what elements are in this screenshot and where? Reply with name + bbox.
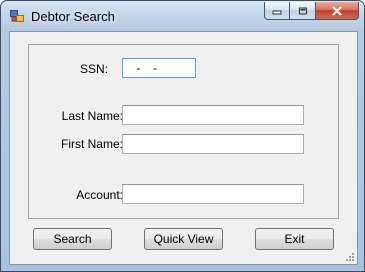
exit-button[interactable]: Exit bbox=[255, 228, 334, 250]
ssn-masked-input[interactable] bbox=[122, 58, 196, 78]
title-bar[interactable]: Debtor Search bbox=[1, 1, 364, 31]
app-icon[interactable] bbox=[10, 9, 24, 23]
minimize-icon bbox=[272, 10, 282, 14]
last-name-label: Last Name: bbox=[61, 109, 123, 123]
close-icon bbox=[332, 6, 342, 15]
account-input[interactable] bbox=[122, 184, 304, 204]
quick-view-button[interactable]: Quick View bbox=[144, 228, 223, 250]
client-area: SSN: Last Name: First Name: Account: Sea… bbox=[9, 31, 358, 265]
search-criteria-group: SSN: Last Name: First Name: Account: bbox=[28, 44, 339, 219]
search-button[interactable]: Search bbox=[33, 228, 112, 250]
first-name-input[interactable] bbox=[122, 134, 304, 154]
ssn-label: SSN: bbox=[79, 62, 108, 76]
minimize-button[interactable] bbox=[264, 2, 290, 20]
first-name-label: First Name: bbox=[60, 137, 123, 151]
account-label: Account: bbox=[76, 188, 123, 202]
size-grip-icon[interactable] bbox=[344, 251, 354, 261]
maximize-icon bbox=[298, 7, 307, 14]
caption-buttons bbox=[264, 2, 359, 20]
maximize-button[interactable] bbox=[290, 2, 316, 20]
close-button[interactable] bbox=[316, 2, 359, 20]
last-name-input[interactable] bbox=[122, 105, 304, 125]
debtor-search-window: Debtor Search SSN: - - Last Name: First … bbox=[0, 0, 365, 272]
window-title: Debtor Search bbox=[31, 9, 115, 24]
